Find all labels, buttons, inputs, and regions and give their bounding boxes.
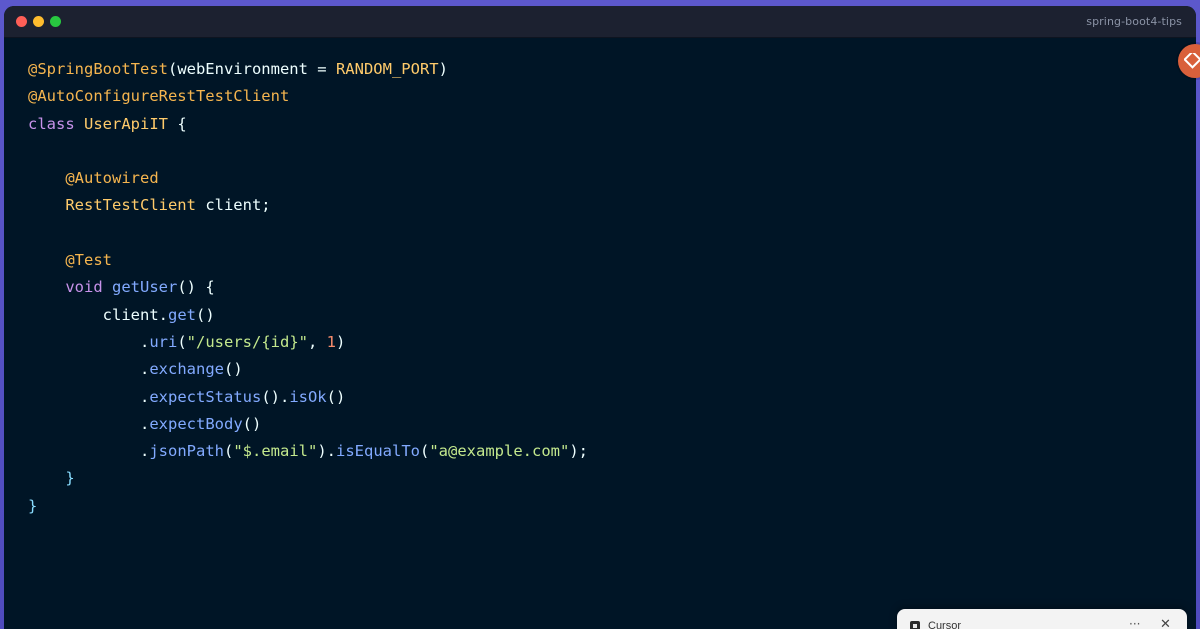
code-token: (: [223, 442, 234, 461]
code-line: .expectStatus().isOk(): [28, 384, 588, 411]
code-token: client.: [28, 305, 168, 324]
desktop-background: spring-boot4-tips @SpringBootTest(webEnv…: [0, 0, 1200, 629]
code-editor[interactable]: @SpringBootTest(webEnvironment = RANDOM_…: [28, 56, 588, 520]
close-window-button[interactable]: [16, 16, 27, 27]
code-line: .jsonPath("$.email").isEqualTo("a@exampl…: [28, 438, 588, 465]
code-token: getUser: [112, 278, 178, 297]
code-token: uri: [149, 332, 178, 351]
code-line: }: [28, 493, 588, 520]
code-token: ,: [308, 332, 327, 351]
code-window: spring-boot4-tips @SpringBootTest(webEnv…: [4, 6, 1196, 629]
code-token: exchange: [149, 360, 224, 379]
code-token: @AutoConfigureRestTestClient: [28, 87, 290, 106]
code-token: (: [420, 442, 430, 461]
code-token: .: [28, 414, 150, 433]
code-token: }: [28, 469, 75, 488]
code-token: ): [438, 60, 448, 78]
code-line: }: [28, 465, 588, 492]
code-line: .expectBody(): [28, 411, 588, 438]
code-line: class UserApiIT {: [28, 111, 588, 138]
code-token: RestTestClient: [65, 196, 196, 215]
code-token: ).: [317, 442, 336, 461]
code-token: .: [28, 387, 150, 406]
code-token: .: [28, 442, 150, 461]
code-token: () {: [177, 278, 215, 297]
code-token: UserApiIT: [84, 114, 168, 133]
code-line: @Test: [28, 247, 588, 274]
more-options-button[interactable]: ···: [1129, 617, 1140, 629]
code-token: (): [195, 305, 215, 324]
code-token: @SpringBootTest: [28, 60, 168, 78]
code-token: 1: [326, 332, 337, 351]
code-token: get: [167, 305, 196, 324]
code-line: @SpringBootTest(webEnvironment = RANDOM_…: [28, 56, 588, 83]
code-token: (): [326, 387, 346, 406]
code-token: @Test: [65, 251, 112, 270]
code-token: jsonPath: [149, 442, 224, 461]
code-token: @Autowired: [65, 169, 159, 188]
code-line: void getUser() {: [28, 274, 588, 301]
code-line: @AutoConfigureRestTestClient: [28, 83, 588, 110]
minimize-window-button[interactable]: [33, 16, 44, 27]
code-token: "/users/{id}": [186, 332, 308, 351]
cursor-app-icon: [910, 621, 920, 629]
code-token: client;: [195, 196, 271, 215]
code-token: (): [223, 360, 243, 379]
code-token: ().: [261, 387, 290, 406]
code-line: client.get(): [28, 302, 588, 329]
code-token: void: [65, 278, 112, 297]
code-token: isEqualTo: [336, 442, 420, 461]
code-token: RANDOM_PORT: [335, 60, 439, 78]
window-titlebar: spring-boot4-tips: [4, 6, 1196, 38]
code-line: RestTestClient client;: [28, 192, 588, 219]
code-token: "$.email": [233, 442, 318, 461]
code-token: isOk: [289, 387, 327, 406]
window-title: spring-boot4-tips: [1086, 15, 1182, 28]
close-notification-button[interactable]: ✕: [1160, 617, 1171, 629]
code-token: expectBody: [149, 414, 243, 433]
code-token: expectStatus: [149, 387, 262, 406]
code-line: .exchange(): [28, 356, 588, 383]
code-token: "a@example.com": [429, 442, 570, 461]
code-token: .: [28, 360, 150, 379]
code-token: class: [28, 114, 84, 133]
code-token: }: [28, 496, 38, 515]
code-token: .: [28, 332, 150, 351]
code-token: ): [336, 332, 346, 351]
notification-toast[interactable]: Cursor ··· ✕: [897, 609, 1187, 629]
code-token: (webEnvironment =: [167, 60, 336, 78]
maximize-window-button[interactable]: [50, 16, 61, 27]
code-line: @Autowired: [28, 165, 588, 192]
code-token: {: [168, 114, 187, 133]
code-token: (): [242, 414, 262, 433]
notification-title: Cursor: [928, 620, 962, 629]
code-token: );: [569, 442, 588, 461]
code-token: (: [177, 332, 187, 351]
code-line: .uri("/users/{id}", 1): [28, 329, 588, 356]
